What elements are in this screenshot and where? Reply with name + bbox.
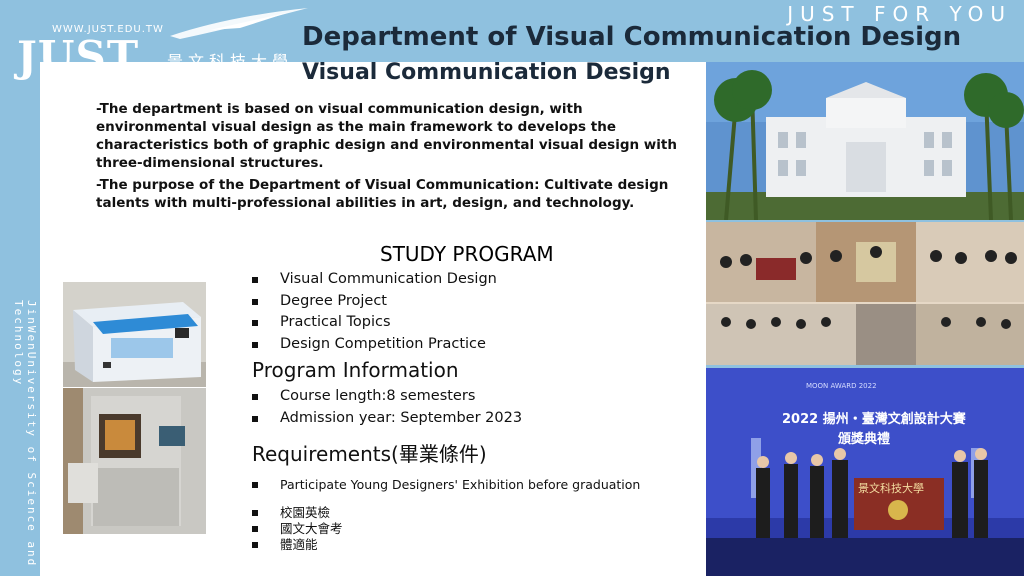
intro-text: -The department is based on visual commu… <box>96 100 680 216</box>
requirements-cn-list: 校園英檢 國文大會考 體適能 <box>252 505 343 553</box>
student-group-photos <box>706 222 1024 365</box>
award-ceremony-photo: MOON AWARD 2022 2022 揚州・臺灣文創設計大賽 頒獎典禮 景文… <box>706 368 1024 576</box>
bullet-icon <box>252 526 258 532</box>
list-item: Visual Communication Design <box>252 269 497 291</box>
campus-building-photo <box>706 62 1024 220</box>
requirements-list: Participate Young Designers' Exhibition … <box>252 477 640 493</box>
requirements-heading: Requirements(畢業條件) <box>252 442 487 466</box>
logo-swoosh-icon <box>170 8 308 39</box>
study-program-list: Visual Communication Design Degree Proje… <box>252 269 497 355</box>
program-info-list: Course length:8 semesters Admission year… <box>252 386 522 429</box>
list-item: Practical Topics <box>252 312 497 334</box>
bullet-icon <box>252 542 258 548</box>
intro-paragraph-1: -The department is based on visual commu… <box>96 101 677 171</box>
slide: WWW.JUST.EDU.TW JUST 景文科技大學 JUST FOR YOU… <box>0 0 1024 576</box>
bullet-icon <box>252 482 258 488</box>
page-title: Department of Visual Communication Desig… <box>302 22 962 52</box>
list-item: Admission year: September 2023 <box>252 408 522 430</box>
page-subtitle: Visual Communication Design <box>302 60 671 85</box>
side-university-name: JinWenUniversity of Science and Technolo… <box>12 300 38 568</box>
award-banner-title: 2022 揚州・臺灣文創設計大賽 <box>782 412 966 427</box>
study-program-heading: STUDY PROGRAM <box>380 242 554 266</box>
list-item: 國文大會考 <box>252 521 343 537</box>
award-banner-subtitle: 頒獎典禮 <box>838 432 891 447</box>
list-item: Design Competition Practice <box>252 334 497 356</box>
bullet-icon <box>252 320 258 326</box>
award-photo-banner-text: 景文科技大學 <box>858 482 924 495</box>
kiln-photo <box>63 388 206 534</box>
award-top-label: MOON AWARD 2022 <box>806 382 877 390</box>
list-item: Participate Young Designers' Exhibition … <box>252 477 640 493</box>
program-info-heading: Program Information <box>252 358 459 382</box>
bullet-icon <box>252 341 258 348</box>
bullet-icon <box>252 415 258 422</box>
bullet-icon <box>252 394 258 400</box>
list-item: Course length:8 semesters <box>252 386 522 408</box>
bullet-icon <box>252 277 258 283</box>
list-item: 校園英檢 <box>252 505 343 521</box>
list-item: Degree Project <box>252 291 497 313</box>
intro-paragraph-2: -The purpose of the Department of Visual… <box>96 177 669 211</box>
laser-cutter-photo <box>63 282 206 387</box>
bullet-icon <box>252 510 258 516</box>
list-item: 體適能 <box>252 537 343 553</box>
bullet-icon <box>252 298 258 305</box>
